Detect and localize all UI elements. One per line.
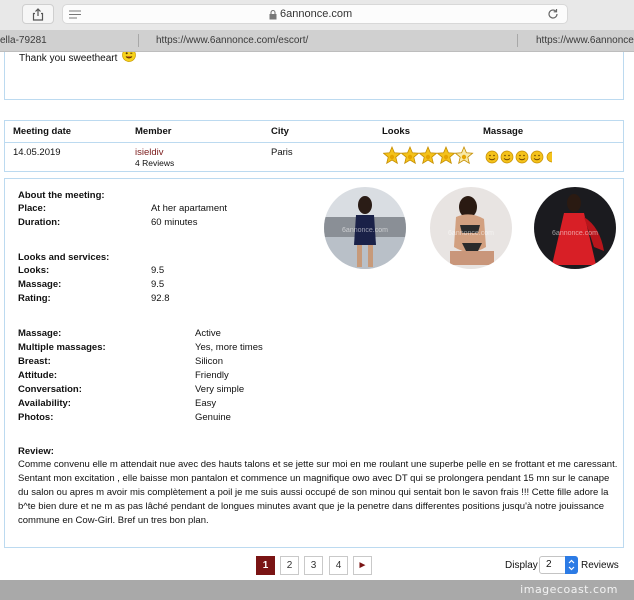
photo-watermark: 6annonce.com [448, 230, 494, 237]
page-1-button[interactable]: 1 [256, 556, 275, 575]
star-rating-icons [382, 145, 474, 165]
attr-attitude-value: Friendly [195, 370, 229, 381]
browser-toolbar: 6annonce.com [0, 0, 634, 31]
smiley-icon [515, 150, 529, 164]
tab-label: ella-79281 [0, 35, 47, 46]
about-heading: About the meeting: [18, 190, 105, 201]
tab-divider [517, 34, 518, 47]
review-detail-box: About the meeting: Place: At her apartam… [4, 178, 624, 548]
tab-home[interactable]: https://www.6annonce.com [536, 30, 634, 51]
profile-photo-1[interactable]: 6annonce.com [324, 187, 406, 269]
photo-watermark: 6annonce.com [342, 227, 388, 234]
meeting-table: Meeting date Member City Looks Massage 1… [4, 120, 624, 172]
attr-breast-value: Silicon [195, 356, 223, 367]
star-icon [418, 145, 438, 165]
tab-bar: ella-79281 https://www.6annonce.com/esco… [0, 30, 634, 52]
attr-massage-label: Massage: [18, 328, 62, 339]
attr-photos-value: Genuine [195, 412, 231, 423]
tab-label: https://www.6annonce.com/escort/ [156, 35, 309, 46]
reviews-per-page-select[interactable]: 2 [539, 556, 578, 574]
smiley-rating-icons [485, 150, 558, 164]
place-label: Place: [18, 203, 46, 214]
header-massage: Massage [483, 126, 524, 137]
profile-photo-3[interactable]: 6annonce.com [534, 187, 616, 269]
review-text: Comme convenu elle m attendait nue avec … [18, 459, 618, 526]
reader-icon[interactable] [69, 10, 81, 19]
looks-value: 9.5 [151, 265, 165, 276]
looks-services-heading: Looks and services: [18, 252, 110, 263]
tab-label: https://www.6annonce.com [536, 35, 634, 46]
url-text: 6annonce.com [280, 8, 353, 20]
photo-watermark: 6annonce.com [552, 230, 598, 237]
tab-divider [138, 34, 139, 47]
place-value: At her apartament [151, 203, 228, 214]
share-icon [32, 8, 44, 21]
meeting-city: Paris [271, 147, 293, 158]
header-member: Member [135, 126, 172, 137]
member-link[interactable]: isieldiv [135, 147, 164, 158]
display-label: Display [505, 560, 538, 571]
watermark-text: imagecoast.com [520, 583, 618, 596]
attr-photos-label: Photos: [18, 412, 54, 423]
star-icon [436, 145, 456, 165]
select-arrows-icon [565, 556, 578, 574]
attr-availability-value: Easy [195, 398, 217, 409]
massage-label: Massage: [18, 279, 62, 290]
attr-conversation-label: Conversation: [18, 384, 82, 395]
smiley-icon [530, 150, 544, 164]
smiley-icon [500, 150, 514, 164]
meeting-date: 14.05.2019 [13, 147, 61, 158]
wink-emoji-icon [122, 52, 136, 62]
reload-icon[interactable] [547, 8, 559, 20]
profile-photo-2[interactable]: 6annonce.com [430, 187, 512, 269]
header-city: City [271, 126, 289, 137]
member-review-count: 4 Reviews [135, 158, 175, 168]
lock-icon [269, 10, 277, 20]
smiley-icon [485, 150, 499, 164]
share-button[interactable] [22, 4, 54, 24]
attr-attitude-label: Attitude: [18, 370, 58, 381]
attr-massage-value: Active [195, 328, 221, 339]
attr-availability-label: Availability: [18, 398, 71, 409]
smiley-icon [546, 151, 558, 163]
page-content: Thank you sweetheart Meeting date Member… [0, 52, 634, 580]
table-divider [5, 142, 623, 143]
photo-2-image: 6annonce.com [430, 187, 512, 269]
page-2-button[interactable]: 2 [280, 556, 299, 575]
next-page-button[interactable]: ► [353, 556, 372, 575]
duration-label: Duration: [18, 217, 61, 228]
display-select-value: 2 [546, 559, 552, 570]
duration-value: 60 minutes [151, 217, 198, 228]
attr-multiple-label: Multiple massages: [18, 342, 106, 353]
tab-ella[interactable]: ella-79281 [0, 30, 60, 51]
rating-label: Rating: [18, 293, 51, 304]
star-icon [454, 145, 474, 165]
header-meeting-date: Meeting date [13, 126, 72, 137]
header-looks: Looks [382, 126, 410, 137]
looks-stars [382, 145, 475, 169]
massage-smileys [485, 148, 577, 171]
previous-review-comment: Thank you sweetheart [19, 53, 118, 64]
attr-conversation-value: Very simple [195, 384, 245, 395]
bottom-bar: imagecoast.com [0, 580, 634, 600]
reviews-label: Reviews [581, 560, 619, 571]
previous-review-box: Thank you sweetheart [4, 52, 624, 100]
photo-3-image: 6annonce.com [534, 187, 616, 269]
tab-escort[interactable]: https://www.6annonce.com/escort/ [156, 30, 356, 51]
address-bar[interactable]: 6annonce.com [62, 4, 568, 24]
star-icon [382, 145, 402, 165]
attr-multiple-value: Yes, more times [195, 342, 263, 353]
rating-value: 92.8 [151, 293, 170, 304]
massage-value: 9.5 [151, 279, 165, 290]
page-4-button[interactable]: 4 [329, 556, 348, 575]
attr-breast-label: Breast: [18, 356, 51, 367]
review-heading: Review: [18, 446, 54, 457]
page-3-button[interactable]: 3 [304, 556, 323, 575]
looks-label: Looks: [18, 265, 50, 276]
photo-1-image: 6annonce.com [324, 187, 406, 269]
star-icon [400, 145, 420, 165]
